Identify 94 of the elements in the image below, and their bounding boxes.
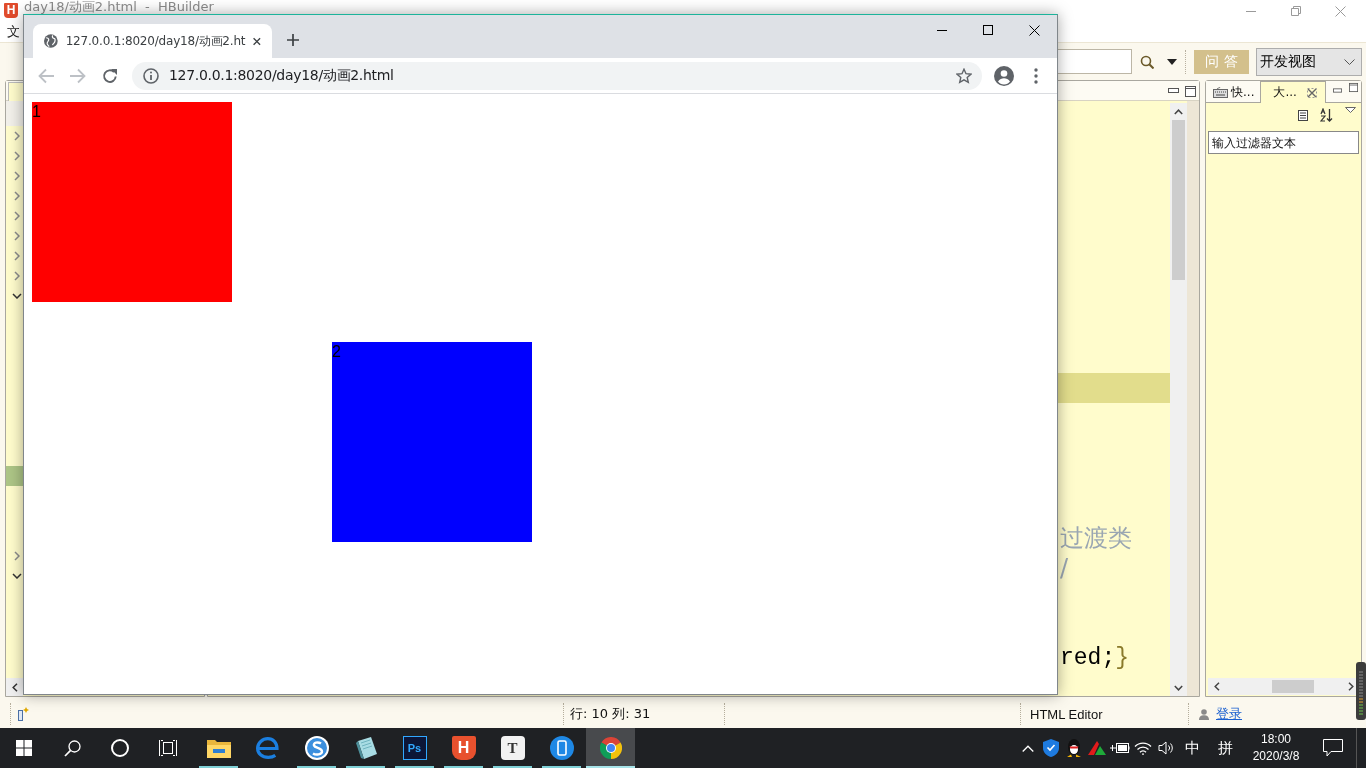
clock-time[interactable]: 18:00: [1261, 731, 1291, 748]
cursor-position: 行: 10 列: 31: [570, 705, 651, 723]
keyboard-icon: [1213, 86, 1228, 98]
editor-type: HTML Editor: [1030, 706, 1103, 722]
shield-icon: [1042, 739, 1059, 757]
chevron-down-icon[interactable]: [12, 573, 22, 579]
reload-icon: [102, 67, 118, 84]
chevron-right-icon[interactable]: [14, 151, 20, 161]
sort-icon[interactable]: [1320, 108, 1333, 122]
scroll-left-icon[interactable]: [1213, 682, 1220, 691]
ring-icon: [111, 739, 129, 757]
task-view-icon: [159, 740, 177, 756]
chevron-up-icon: [1021, 744, 1034, 752]
vertical-scrollbar[interactable]: [1170, 103, 1187, 696]
horizontal-scrollbar[interactable]: [1208, 678, 1359, 695]
panel-tab[interactable]: 大...: [1260, 81, 1326, 103]
segmented-circle-icon: [599, 737, 622, 759]
close-icon[interactable]: [1306, 87, 1317, 98]
e-logo-icon: [255, 737, 280, 759]
address-bar[interactable]: 127.0.0.1:8020/day18/动画2.html: [132, 61, 982, 90]
code-comment: 过渡类: [1060, 523, 1132, 554]
scrollbar-thumb[interactable]: [1172, 120, 1185, 280]
globe-icon: [44, 33, 58, 49]
back-arrow-icon: [38, 67, 54, 84]
wifi-icon: [1133, 741, 1152, 755]
scroll-right-icon[interactable]: [1347, 682, 1354, 691]
s-logo-icon: [304, 736, 329, 760]
chevron-right-icon[interactable]: [14, 191, 20, 201]
code-comment: /: [1060, 554, 1069, 582]
search-icon[interactable]: [1140, 54, 1154, 69]
list-icon[interactable]: [1298, 109, 1308, 121]
phone-icon: [549, 736, 574, 760]
sparkle-icon[interactable]: [18, 707, 29, 721]
notification-icon: [1323, 739, 1343, 757]
view-dropdown[interactable]: 开发视图: [1256, 47, 1362, 76]
browser-tab[interactable]: 127.0.0.1:8020/day18/动画2.ht: [33, 24, 272, 58]
chevron-right-icon[interactable]: [14, 271, 20, 281]
logo-tile: H: [451, 736, 476, 760]
scroll-up-icon[interactable]: [1174, 108, 1183, 115]
maximize-view-icon[interactable]: [1348, 82, 1358, 93]
scroll-left-icon[interactable]: [12, 682, 18, 692]
chevron-right-icon[interactable]: [14, 211, 20, 221]
clock-date[interactable]: 2020/3/8: [1252, 748, 1300, 765]
maximize-icon: [983, 25, 993, 35]
scrollbar-thumb[interactable]: [1272, 680, 1314, 693]
input-mode-button[interactable]: 中: [1177, 728, 1208, 768]
notepad-icon: [354, 737, 377, 759]
filter-field[interactable]: 输入过滤器文本: [1208, 131, 1359, 154]
close-icon: [1028, 24, 1040, 36]
chevron-down-icon[interactable]: [12, 293, 22, 299]
battery-icon: [1109, 742, 1130, 754]
square-label: 1: [32, 102, 41, 121]
chevron-down-icon: [1344, 58, 1355, 65]
person-icon: [1199, 708, 1209, 720]
penguin-icon: [1065, 739, 1082, 757]
menu-item[interactable]: 文: [7, 24, 20, 40]
caret-icon[interactable]: [1167, 58, 1177, 65]
minimize-icon: [937, 29, 947, 31]
panel-tab[interactable]: 快...: [1207, 81, 1261, 102]
chevron-right-icon[interactable]: [14, 131, 20, 141]
login-link[interactable]: 登录: [1216, 705, 1242, 723]
input-method-button[interactable]: 拼: [1208, 728, 1242, 768]
minimize-view-icon[interactable]: [1332, 88, 1342, 93]
scroll-down-icon[interactable]: [1174, 684, 1183, 691]
chevron-right-icon[interactable]: [14, 231, 20, 241]
folder-icon: [206, 738, 231, 758]
app-logo: H: [4, 3, 18, 18]
more-menu-icon: [1034, 67, 1038, 84]
search-icon: [63, 739, 81, 757]
chevron-right-icon[interactable]: [14, 551, 20, 561]
minimize-view-icon[interactable]: [1168, 88, 1179, 93]
account-icon: [994, 65, 1014, 86]
close-icon[interactable]: [253, 36, 261, 46]
search-field[interactable]: [1058, 49, 1132, 74]
close-icon: [1335, 5, 1346, 17]
dropdown-triangle-icon[interactable]: [1345, 107, 1356, 113]
logo-tile: Ps: [402, 736, 427, 760]
plus-icon: [287, 34, 299, 46]
logo-tile: T: [500, 736, 525, 760]
forward-arrow-icon: [70, 67, 86, 84]
info-icon[interactable]: [143, 67, 159, 84]
minimize-icon: [1245, 10, 1256, 12]
window-title: day18/动画2.html - HBuilder: [24, 0, 214, 13]
speaker-icon: [1157, 741, 1174, 755]
chevron-right-icon[interactable]: [14, 251, 20, 261]
maximize-view-icon[interactable]: [1185, 85, 1196, 97]
chevron-right-icon[interactable]: [14, 171, 20, 181]
restore-icon: [1290, 6, 1301, 16]
taskbar-app-button[interactable]: [586, 728, 635, 768]
star-icon[interactable]: [956, 67, 972, 84]
peak-icon: [1087, 741, 1106, 755]
code-text: red;}: [1060, 645, 1130, 671]
start-icon: [16, 740, 32, 756]
square-label: 2: [332, 342, 341, 361]
